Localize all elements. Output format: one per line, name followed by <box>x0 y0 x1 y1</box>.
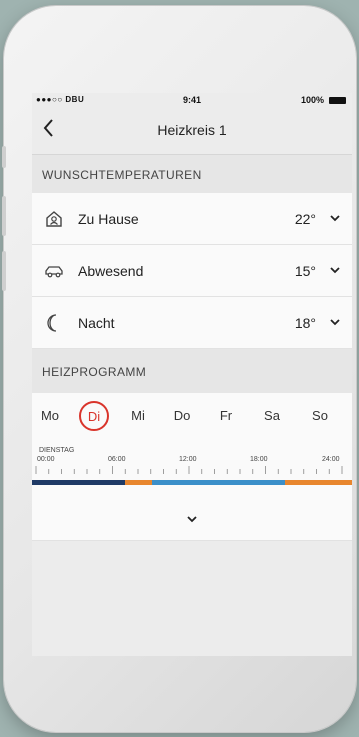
timeline-day-label: DIENSTAG <box>39 447 75 454</box>
day-do[interactable]: Do <box>164 405 200 427</box>
temperature-row-zu-hause[interactable]: Zu Hause 22° <box>32 193 352 245</box>
row-value: 18° <box>294 315 316 331</box>
hour-label: 06:00 <box>108 456 126 463</box>
day-sa[interactable]: Sa <box>254 405 290 427</box>
volume-up-button <box>2 196 6 236</box>
home-icon <box>44 209 64 229</box>
timeline-ticks <box>35 466 343 474</box>
day-fr[interactable]: Fr <box>208 405 244 427</box>
mute-switch <box>2 146 6 168</box>
row-label: Abwesend <box>78 263 144 279</box>
schedule-segment <box>152 480 286 485</box>
section-header-heizprogramm: HEIZPROGRAMM <box>32 349 352 393</box>
day-selector: Mo Di Mi Do Fr Sa So <box>32 393 352 439</box>
day-so[interactable]: So <box>302 405 338 427</box>
nav-bar: Heizkreis 1 <box>32 109 352 155</box>
section-title: HEIZPROGRAMM <box>42 365 147 379</box>
day-di[interactable]: Di <box>79 401 109 431</box>
volume-down-button <box>2 251 6 291</box>
timeline[interactable]: DIENSTAG 00:00 06:00 12:00 18:00 24:00 <box>32 447 352 497</box>
chevron-down-icon[interactable] <box>328 315 342 329</box>
section-header-wunschtemperaturen: WUNSCHTEMPERATUREN <box>32 155 352 193</box>
row-label: Zu Hause <box>78 211 139 227</box>
page-title: Heizkreis 1 <box>157 122 227 138</box>
screen: ●●●○○ DBU 9:41 100% Heizkreis 1 WUNSCHTE… <box>32 93 352 656</box>
hour-label: 00:00 <box>37 456 55 463</box>
chevron-down-icon[interactable] <box>328 211 342 225</box>
schedule-segment <box>125 480 152 485</box>
hour-label: 24:00 <box>322 456 340 463</box>
temperature-row-abwesend[interactable]: Abwesend 15° <box>32 245 352 297</box>
schedule-segment <box>285 480 352 485</box>
moon-icon <box>44 313 64 333</box>
hour-label: 18:00 <box>250 456 268 463</box>
chevron-down-icon[interactable] <box>184 511 200 527</box>
temperature-row-nacht[interactable]: Nacht 18° <box>32 297 352 349</box>
schedule-segment <box>32 480 126 485</box>
battery-icon <box>329 97 346 104</box>
day-mo[interactable]: Mo <box>32 405 68 427</box>
car-icon <box>44 261 64 281</box>
day-mi[interactable]: Mi <box>120 405 156 427</box>
hour-label: 12:00 <box>179 456 197 463</box>
row-value: 22° <box>294 211 316 227</box>
chevron-down-icon[interactable] <box>328 263 342 277</box>
phone-frame: ●●●○○ DBU 9:41 100% Heizkreis 1 WUNSCHTE… <box>2 6 356 732</box>
section-title: WUNSCHTEMPERATUREN <box>42 168 202 182</box>
row-value: 15° <box>294 263 316 279</box>
battery-percent: 100% <box>300 95 324 105</box>
row-label: Nacht <box>78 315 115 331</box>
status-bar: ●●●○○ DBU 9:41 100% <box>32 93 352 109</box>
heating-program: Mo Di Mi Do Fr Sa So DIENSTAG 00:00 06:0… <box>32 393 352 541</box>
